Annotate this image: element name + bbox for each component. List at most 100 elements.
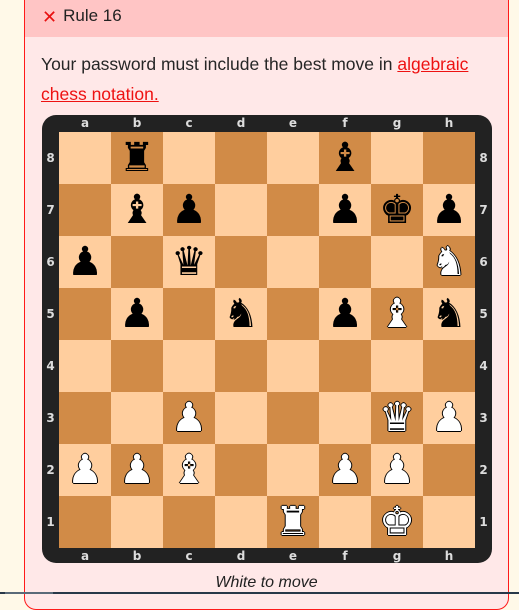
square-e6[interactable] xyxy=(267,236,319,288)
white-pawn-icon[interactable]: ♟ xyxy=(327,450,363,490)
square-c6[interactable]: ♛ xyxy=(163,236,215,288)
square-b5[interactable]: ♟ xyxy=(111,288,163,340)
black-rook-icon[interactable]: ♜ xyxy=(119,138,155,178)
white-pawn-icon[interactable]: ♟ xyxy=(67,450,103,490)
black-queen-icon[interactable]: ♛ xyxy=(171,242,207,282)
white-pawn-icon[interactable]: ♟ xyxy=(171,398,207,438)
square-g2[interactable]: ♟ xyxy=(371,444,423,496)
square-f7[interactable]: ♟ xyxy=(319,184,371,236)
chess-board-frame: a b c d e f g h 8 7 6 5 4 3 2 1 ♜ ♝ ♝ ♟ ♟ ♚ ♟ ♟ ♛ ♞ ♟ ♞ ♟ ♝ ♞ ♟ ♛ ♟ ♟ ♟ ♝ ♟… xyxy=(42,115,492,563)
white-knight-icon[interactable]: ♞ xyxy=(431,242,467,282)
white-pawn-icon[interactable]: ♟ xyxy=(379,450,415,490)
file-label-a: a xyxy=(80,549,90,563)
square-h1[interactable] xyxy=(423,496,475,548)
square-b1[interactable] xyxy=(111,496,163,548)
square-f1[interactable] xyxy=(319,496,371,548)
black-king-icon[interactable]: ♚ xyxy=(379,190,415,230)
square-c4[interactable] xyxy=(163,340,215,392)
rule-title: Rule 16 xyxy=(63,6,122,25)
square-f8[interactable]: ♝ xyxy=(319,132,371,184)
black-pawn-icon[interactable]: ♟ xyxy=(327,190,363,230)
rank-label-1: 1 xyxy=(46,515,55,529)
white-rook-icon[interactable]: ♜ xyxy=(275,502,311,542)
black-pawn-icon[interactable]: ♟ xyxy=(327,294,363,334)
square-g4[interactable] xyxy=(371,340,423,392)
square-f2[interactable]: ♟ xyxy=(319,444,371,496)
square-a2[interactable]: ♟ xyxy=(59,444,111,496)
square-e7[interactable] xyxy=(267,184,319,236)
square-d4[interactable] xyxy=(215,340,267,392)
white-pawn-icon[interactable]: ♟ xyxy=(119,450,155,490)
chess-board[interactable]: ♜ ♝ ♝ ♟ ♟ ♚ ♟ ♟ ♛ ♞ ♟ ♞ ♟ ♝ ♞ ♟ ♛ ♟ ♟ ♟ ♝ ♟ ♟ ♜ ♚ xyxy=(59,132,475,548)
square-g7[interactable]: ♚ xyxy=(371,184,423,236)
white-bishop-icon[interactable]: ♝ xyxy=(379,294,415,334)
square-e4[interactable] xyxy=(267,340,319,392)
file-label-h: h xyxy=(444,116,454,130)
square-a3[interactable] xyxy=(59,392,111,444)
black-pawn-icon[interactable]: ♟ xyxy=(119,294,155,334)
square-a7[interactable] xyxy=(59,184,111,236)
square-h3[interactable]: ♟ xyxy=(423,392,475,444)
white-pawn-icon[interactable]: ♟ xyxy=(431,398,467,438)
square-b6[interactable] xyxy=(111,236,163,288)
square-h4[interactable] xyxy=(423,340,475,392)
square-c1[interactable] xyxy=(163,496,215,548)
square-d1[interactable] xyxy=(215,496,267,548)
square-e1[interactable]: ♜ xyxy=(267,496,319,548)
square-d5[interactable]: ♞ xyxy=(215,288,267,340)
square-c3[interactable]: ♟ xyxy=(163,392,215,444)
square-a6[interactable]: ♟ xyxy=(59,236,111,288)
black-pawn-icon[interactable]: ♟ xyxy=(431,190,467,230)
square-g1[interactable]: ♚ xyxy=(371,496,423,548)
square-d3[interactable] xyxy=(215,392,267,444)
square-f4[interactable] xyxy=(319,340,371,392)
square-c5[interactable] xyxy=(163,288,215,340)
square-b3[interactable] xyxy=(111,392,163,444)
rank-label-3: 3 xyxy=(479,411,488,425)
white-bishop-icon[interactable]: ♝ xyxy=(171,450,207,490)
square-a4[interactable] xyxy=(59,340,111,392)
black-bishop-icon[interactable]: ♝ xyxy=(327,138,363,178)
black-knight-icon[interactable]: ♞ xyxy=(223,294,259,334)
white-king-icon[interactable]: ♚ xyxy=(379,502,415,542)
square-e5[interactable] xyxy=(267,288,319,340)
square-e2[interactable] xyxy=(267,444,319,496)
square-f3[interactable] xyxy=(319,392,371,444)
square-h5[interactable]: ♞ xyxy=(423,288,475,340)
square-d8[interactable] xyxy=(215,132,267,184)
square-c8[interactable] xyxy=(163,132,215,184)
square-f6[interactable] xyxy=(319,236,371,288)
black-pawn-icon[interactable]: ♟ xyxy=(67,242,103,282)
square-e3[interactable] xyxy=(267,392,319,444)
file-label-f: f xyxy=(342,549,348,563)
x-icon: ✕ xyxy=(42,7,58,27)
square-h8[interactable] xyxy=(423,132,475,184)
square-b4[interactable] xyxy=(111,340,163,392)
square-g3[interactable]: ♛ xyxy=(371,392,423,444)
white-queen-icon[interactable]: ♛ xyxy=(379,398,415,438)
square-d2[interactable] xyxy=(215,444,267,496)
square-h2[interactable] xyxy=(423,444,475,496)
square-a1[interactable] xyxy=(59,496,111,548)
square-b8[interactable]: ♜ xyxy=(111,132,163,184)
rank-labels-left: 8 7 6 5 4 3 2 1 xyxy=(42,132,59,548)
rank-label-7: 7 xyxy=(479,203,488,217)
square-g6[interactable] xyxy=(371,236,423,288)
square-h6[interactable]: ♞ xyxy=(423,236,475,288)
square-c2[interactable]: ♝ xyxy=(163,444,215,496)
square-f5[interactable]: ♟ xyxy=(319,288,371,340)
black-pawn-icon[interactable]: ♟ xyxy=(171,190,207,230)
square-g5[interactable]: ♝ xyxy=(371,288,423,340)
black-knight-icon[interactable]: ♞ xyxy=(431,294,467,334)
square-a5[interactable] xyxy=(59,288,111,340)
square-h7[interactable]: ♟ xyxy=(423,184,475,236)
square-b7[interactable]: ♝ xyxy=(111,184,163,236)
square-d6[interactable] xyxy=(215,236,267,288)
square-d7[interactable] xyxy=(215,184,267,236)
square-e8[interactable] xyxy=(267,132,319,184)
square-a8[interactable] xyxy=(59,132,111,184)
square-c7[interactable]: ♟ xyxy=(163,184,215,236)
square-g8[interactable] xyxy=(371,132,423,184)
black-bishop-icon[interactable]: ♝ xyxy=(119,190,155,230)
square-b2[interactable]: ♟ xyxy=(111,444,163,496)
